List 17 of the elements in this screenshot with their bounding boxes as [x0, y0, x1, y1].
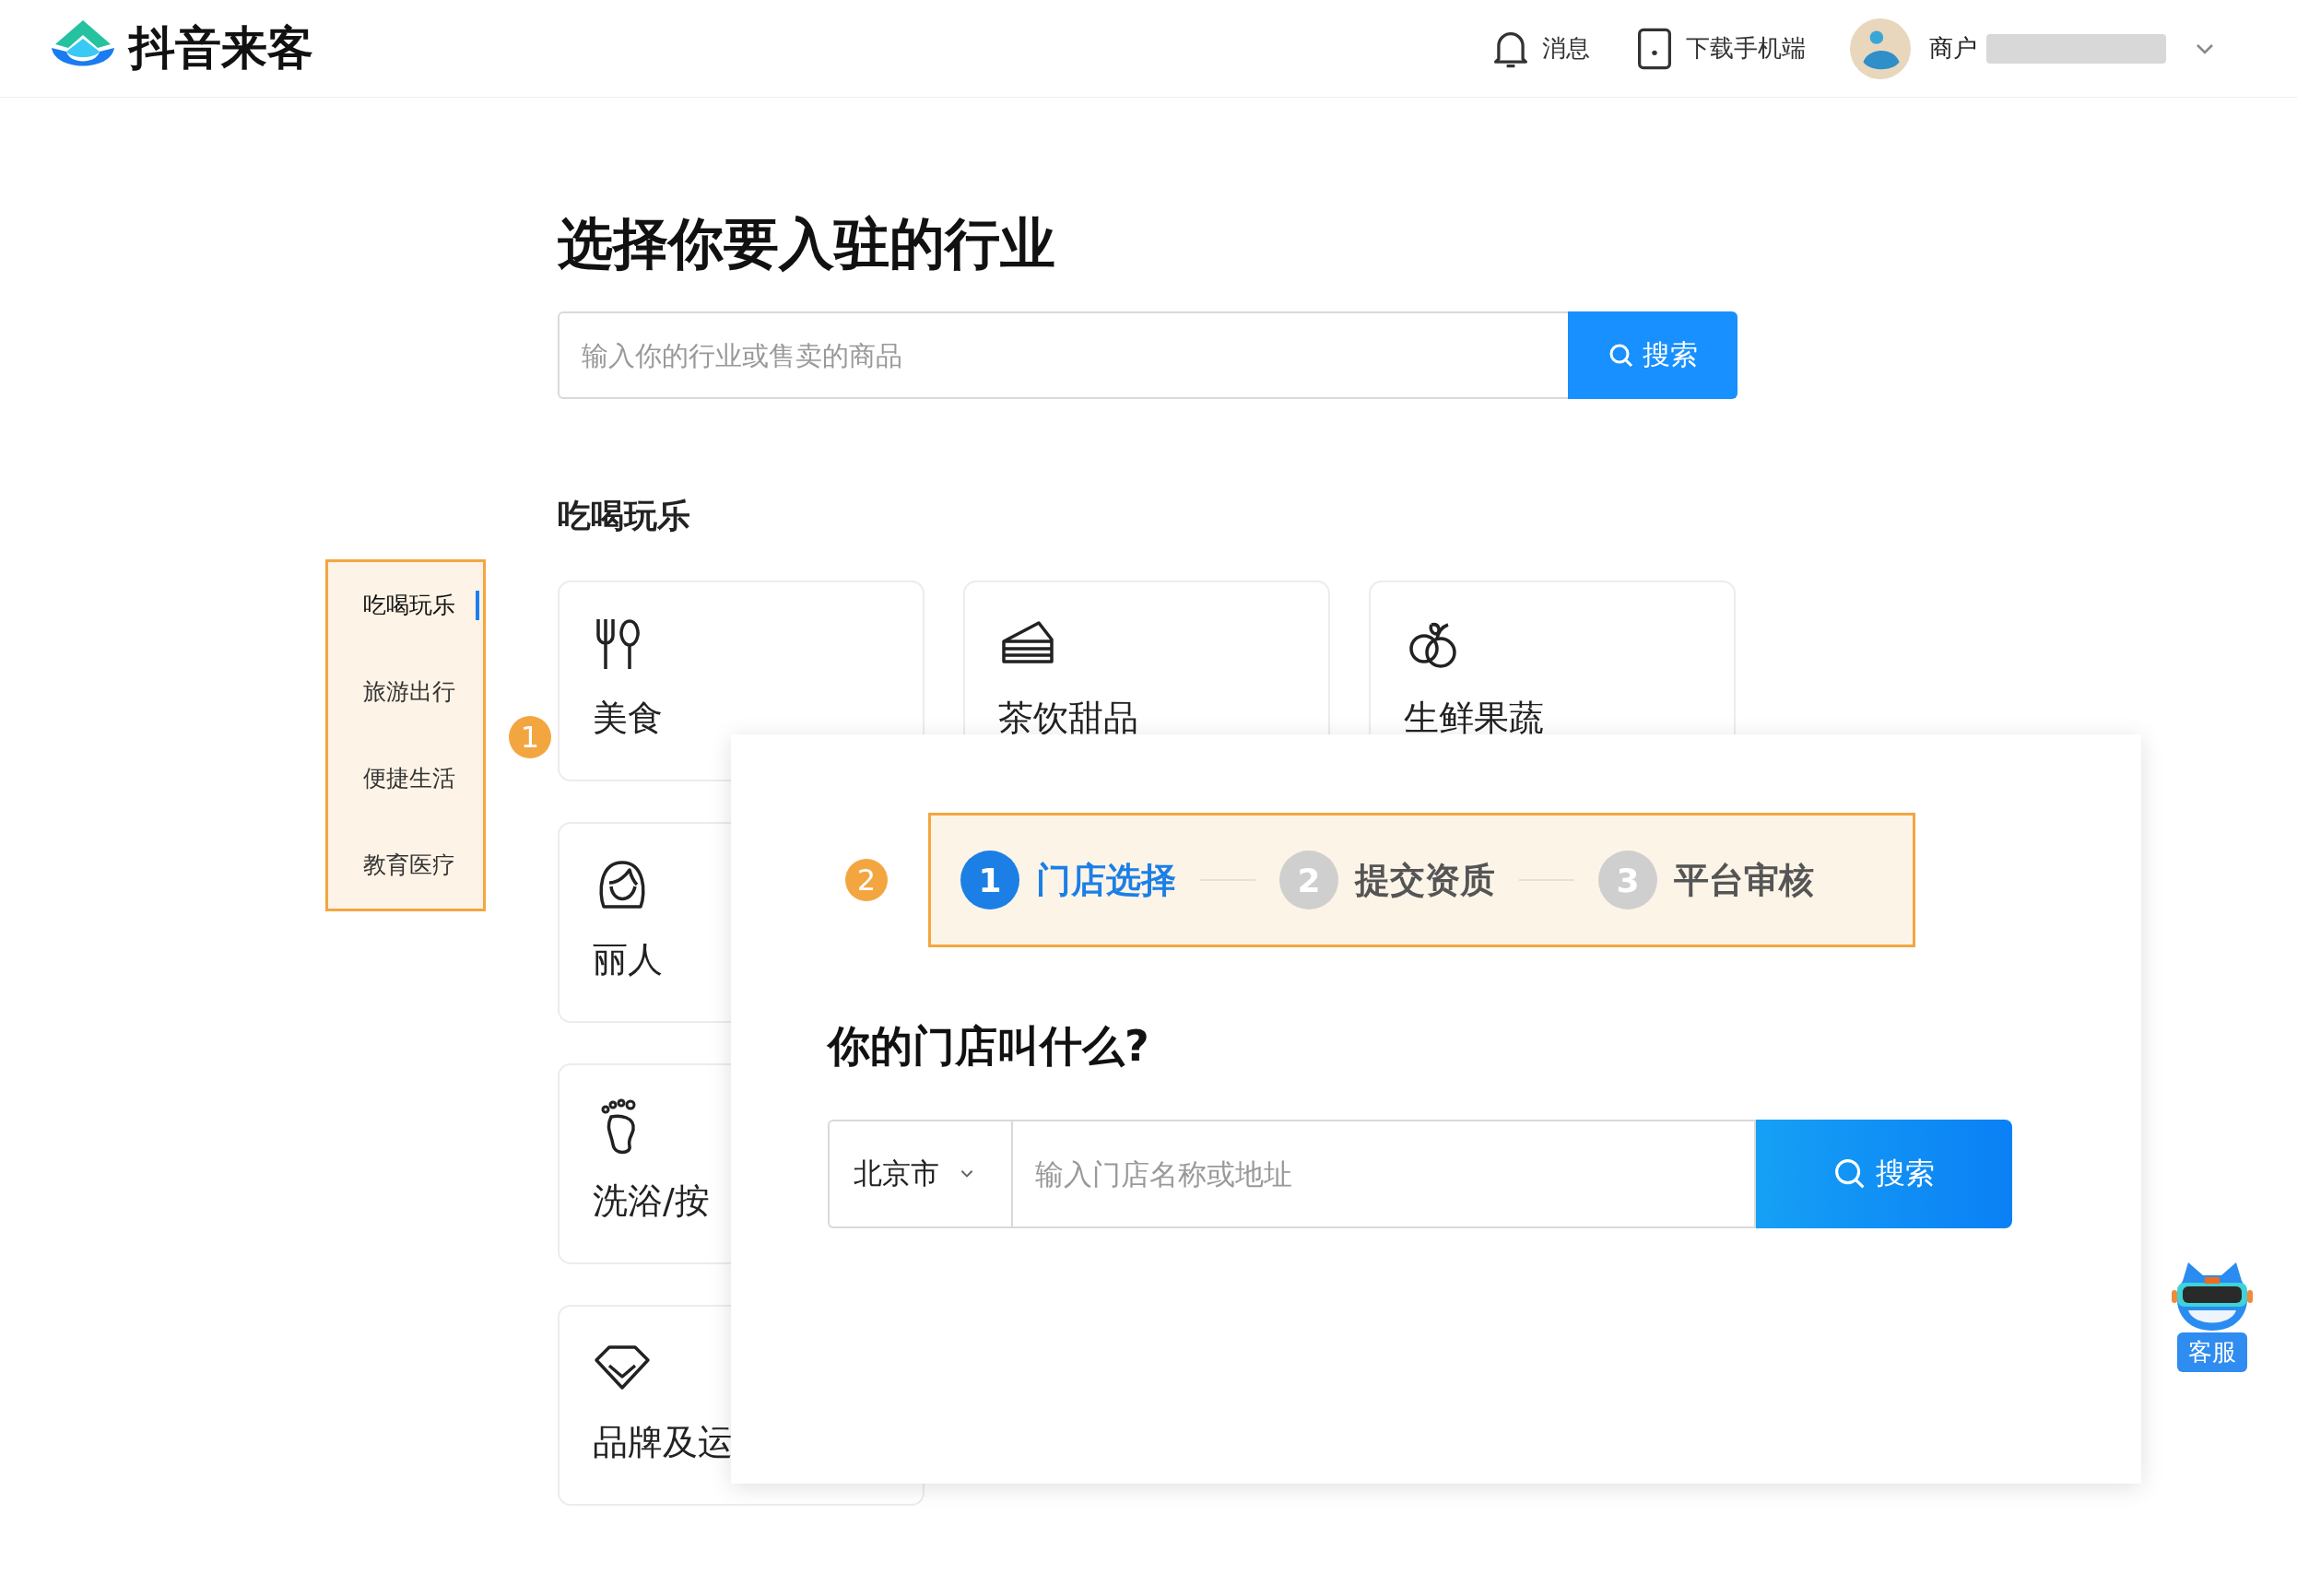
category-label: 生鲜果蔬 — [1404, 697, 1544, 740]
user-name: 商户 — [1929, 33, 1977, 64]
category-label: 丽人 — [593, 938, 663, 981]
step-label: 提交资质 — [1355, 858, 1495, 902]
page-title: 选择你要入驻的行业 — [558, 210, 1056, 277]
category-label: 洗浴/按 — [593, 1179, 710, 1223]
category-label: 品牌及运 — [593, 1421, 733, 1464]
step-label: 平台审核 — [1674, 858, 1814, 902]
logo-text: 抖音来客 — [129, 20, 313, 76]
section-title: 吃喝玩乐 — [558, 496, 691, 536]
step-marker: 2 — [845, 859, 888, 901]
category-label: 茶饮甜品 — [998, 697, 1138, 740]
step-marker: 1 — [509, 716, 551, 758]
step-label: 门店选择 — [1036, 858, 1176, 902]
category-label: 美食 — [593, 697, 663, 740]
question-heading: 你的门店叫什么? — [828, 1020, 1150, 1073]
step-number: 1 — [960, 851, 1019, 909]
